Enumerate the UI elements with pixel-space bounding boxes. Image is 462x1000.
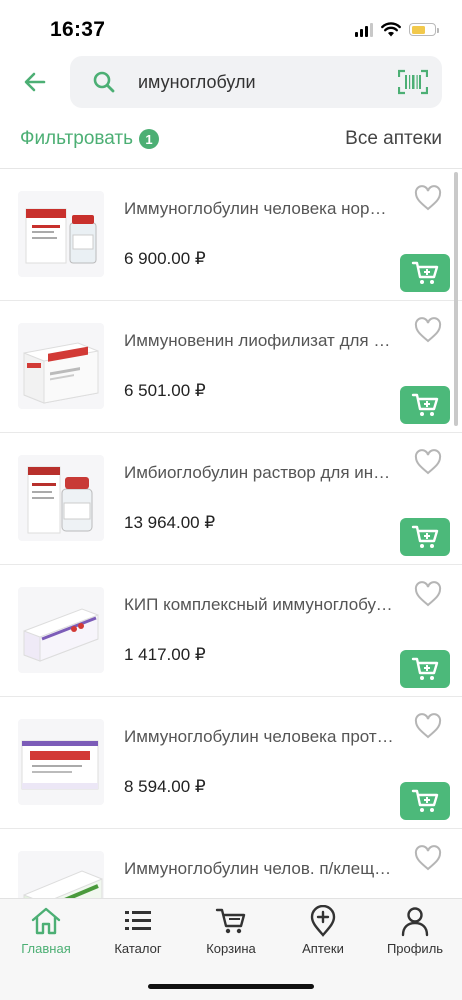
add-to-cart-button[interactable] (400, 782, 450, 820)
cart-icon (215, 908, 246, 934)
heart-icon[interactable] (414, 713, 442, 739)
filter-row: Фильтровать 1 Все аптеки (0, 116, 462, 162)
nav-item-pharmacies[interactable]: Аптеки (277, 905, 369, 956)
product-price: 6 900.00 ₽ (124, 249, 206, 268)
home-indicator (148, 984, 314, 989)
nav-item-cart[interactable]: Корзина (185, 905, 277, 956)
nav-label: Профиль (386, 941, 444, 956)
filter-button[interactable]: Фильтровать 1 (20, 128, 160, 150)
status-time: 16:37 (50, 18, 106, 41)
cellular-signal-icon (355, 22, 373, 37)
product-price: 6 501.00 ₽ (124, 381, 206, 400)
search-header (0, 56, 462, 108)
add-to-cart-button[interactable] (400, 650, 450, 688)
back-arrow-icon[interactable] (22, 69, 48, 95)
product-item[interactable]: Иммуновенин лиофилизат для приготовления… (0, 301, 462, 433)
nav-item-catalog[interactable]: Каталог (92, 905, 184, 956)
product-image (18, 323, 104, 409)
heart-icon[interactable] (414, 581, 442, 607)
product-price: 1 417.00 ₽ (124, 645, 206, 664)
nav-label: Корзина (206, 941, 256, 956)
battery-icon (409, 23, 439, 36)
product-price: 13 964.00 ₽ (124, 513, 216, 532)
nav-label: Главная (21, 941, 71, 956)
list-icon (125, 911, 151, 930)
product-name[interactable]: Иммуновенин лиофилизат для приготовления (124, 331, 394, 351)
scrollbar[interactable] (454, 172, 458, 426)
product-image (18, 587, 104, 673)
filter-count-badge: 1 (139, 129, 160, 149)
heart-icon[interactable] (414, 845, 442, 871)
product-image (18, 851, 104, 898)
cart-icon (411, 261, 439, 284)
wifi-icon (381, 22, 401, 37)
box-icon (23, 870, 103, 898)
box-icon (23, 608, 99, 662)
add-to-cart-button[interactable] (400, 518, 450, 556)
product-item[interactable]: Имбиоглобулин раствор для инфузий 13 964… (0, 433, 462, 565)
product-item[interactable]: Иммуноглобулин человека нормальный 6 900… (0, 169, 462, 301)
heart-icon[interactable] (414, 317, 442, 343)
product-name[interactable]: Имбиоглобулин раствор для инфузий (124, 463, 394, 483)
search-box[interactable] (70, 56, 442, 108)
cart-icon (411, 525, 439, 548)
barcode-scanner-icon[interactable] (398, 69, 428, 95)
home-icon (31, 907, 61, 935)
box-icon (21, 740, 99, 790)
cart-icon (411, 393, 439, 416)
filter-label: Фильтровать (20, 128, 134, 149)
add-to-cart-button[interactable] (400, 386, 450, 424)
product-image (18, 455, 104, 541)
product-image (18, 719, 104, 805)
heart-icon[interactable] (414, 185, 442, 211)
product-price: 8 594.00 ₽ (124, 777, 206, 796)
vial-box-icon (27, 466, 93, 534)
nav-item-profile[interactable]: Профиль (369, 905, 461, 956)
nav-item-home[interactable]: Главная (0, 905, 92, 956)
vial-box-icon (25, 208, 97, 264)
profile-icon (401, 907, 429, 937)
product-list: Иммуноглобулин человека нормальный 6 900… (0, 169, 462, 898)
product-name[interactable]: Иммуноглобулин челов. п/клещевого (124, 859, 394, 879)
product-name[interactable]: КИП комплексный иммуноглобулиновый (124, 595, 394, 615)
location-plus-icon (310, 905, 336, 937)
cart-icon (411, 657, 439, 680)
pharmacy-select[interactable]: Все аптеки (345, 128, 442, 150)
product-name[interactable]: Иммуноглобулин человека нормальный (124, 199, 394, 219)
add-to-cart-button[interactable] (400, 254, 450, 292)
status-icons (355, 22, 439, 37)
search-icon (93, 71, 115, 93)
product-name[interactable]: Иммуноглобулин человека против (124, 727, 394, 747)
nav-label: Аптеки (302, 941, 344, 956)
nav-label: Каталог (114, 941, 162, 956)
search-input[interactable] (138, 69, 388, 95)
product-item[interactable]: КИП комплексный иммуноглобулиновый 1 417… (0, 565, 462, 697)
status-bar: 16:37 (0, 0, 462, 56)
box-icon (23, 342, 99, 404)
cart-icon (411, 789, 439, 812)
heart-icon[interactable] (414, 449, 442, 475)
product-item[interactable]: Иммуноглобулин человека против 8 594.00 … (0, 697, 462, 829)
product-image (18, 191, 104, 277)
product-item[interactable]: Иммуноглобулин челов. п/клещевого (0, 829, 462, 898)
